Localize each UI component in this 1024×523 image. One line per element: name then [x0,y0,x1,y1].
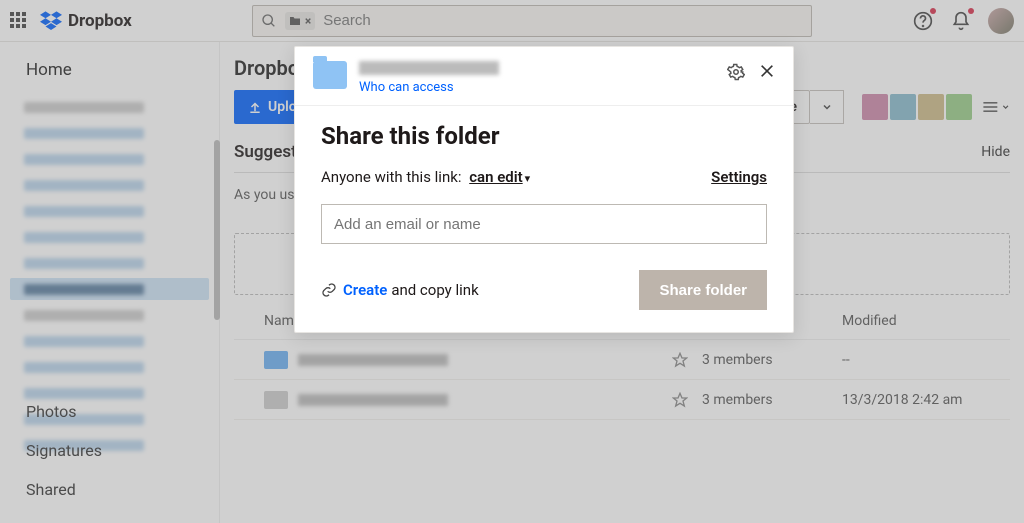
search-filter-chip[interactable]: × [285,12,315,30]
table-row[interactable]: 3 members 13/3/2018 2:42 am [234,380,1010,420]
email-input[interactable] [321,204,767,244]
chevron-down-icon [821,101,833,113]
table-row[interactable]: 3 members -- [234,340,1010,380]
upload-icon [248,100,262,114]
create-word: Create [343,281,387,299]
col-modified[interactable]: Modified [842,313,1002,329]
hide-button[interactable]: Hide [981,144,1010,160]
link-scope-text: Anyone with this link: can edit▾ [321,168,530,186]
sidebar-item[interactable] [10,200,209,222]
sidebar-item[interactable] [10,226,209,248]
sidebar-shared[interactable]: Shared [26,470,193,509]
modified-cell: -- [842,352,1002,368]
sidebar-item[interactable] [10,122,209,144]
modal-title: Share this folder [321,122,767,150]
sidebar-photos[interactable]: Photos [26,392,193,431]
star-icon[interactable] [672,392,702,408]
sidebar-item-selected[interactable] [10,278,209,300]
view-options-button[interactable] [982,93,1010,121]
brand-name: Dropbox [68,11,132,31]
members-cell: 3 members [702,352,842,368]
folder-icon [264,351,288,369]
apps-grid-icon[interactable] [10,12,28,30]
modal-folder-name [359,61,499,75]
sidebar-item[interactable] [10,330,209,352]
member-avatars[interactable] [862,94,972,120]
help-icon[interactable] [912,10,934,32]
sidebar-item[interactable] [10,252,209,274]
search-box[interactable]: × [252,5,812,37]
link-settings[interactable]: Settings [711,168,767,186]
brand-logo[interactable]: Dropbox [40,11,132,31]
chevron-down-icon: ▾ [525,172,531,185]
sidebar-home[interactable]: Home [0,60,219,92]
chip-close-icon[interactable]: × [305,14,311,28]
shared-folder-icon [313,61,347,89]
close-icon[interactable] [759,63,775,79]
permission-dropdown[interactable]: can edit [469,168,522,186]
sidebar: Home Photos Signatures [0,42,220,523]
chevron-down-icon [1001,102,1010,112]
notifications-icon[interactable] [950,10,972,32]
sidebar-item[interactable] [10,148,209,170]
members-cell: 3 members [702,392,842,408]
link-icon [321,282,337,298]
modified-cell: 13/3/2018 2:42 am [842,392,1002,408]
folder-icon [289,16,301,26]
share-dropdown[interactable] [810,90,844,124]
dropbox-icon [40,11,62,31]
account-avatar[interactable] [988,8,1014,34]
sidebar-item[interactable] [10,304,209,326]
share-folder-button[interactable]: Share folder [639,270,767,310]
list-icon [982,100,999,114]
search-icon [261,13,277,29]
file-name [298,354,672,366]
star-icon[interactable] [672,352,702,368]
gear-icon[interactable] [727,63,745,81]
copy-link-text: and copy link [391,281,478,299]
sidebar-item[interactable] [10,356,209,378]
sidebar-signatures[interactable]: Signatures [26,431,193,470]
sidebar-item[interactable] [10,174,209,196]
who-can-access-link[interactable]: Who can access [359,80,454,95]
create-link[interactable]: Create and copy link [321,281,479,299]
search-input[interactable] [321,11,803,30]
file-name [298,394,672,406]
sidebar-item[interactable] [10,96,209,118]
folder-icon [264,391,288,409]
share-modal: Who can access Share this folder Anyone … [294,46,794,333]
